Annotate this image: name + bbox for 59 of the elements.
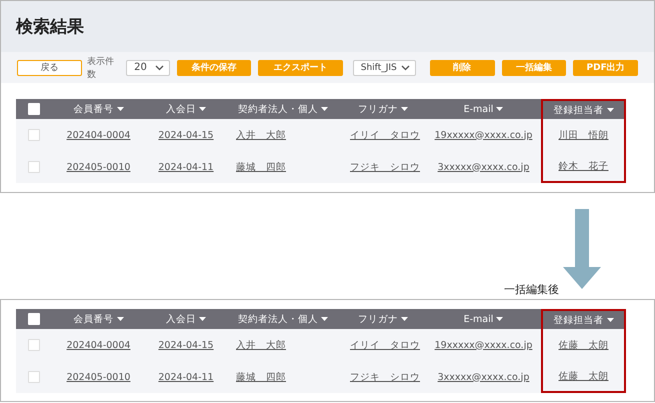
table-link[interactable]: フジキ シロウ <box>350 160 420 174</box>
column-header[interactable]: フリガナ <box>358 312 398 326</box>
table-link[interactable]: 19xxxxx@xxxx.co.jp <box>434 340 532 350</box>
table-link[interactable]: 3xxxxx@xxxx.co.jp <box>438 372 530 382</box>
page-title: 検索結果 <box>16 16 84 38</box>
column-header[interactable]: 会員番号 <box>74 312 114 326</box>
table-link[interactable]: 入井 大郎 <box>236 338 286 352</box>
count-select[interactable]: 20 <box>126 60 170 76</box>
table-link[interactable]: 3xxxxx@xxxx.co.jp <box>438 162 530 172</box>
sort-caret-icon[interactable] <box>606 318 614 322</box>
table-link[interactable]: 川田 悟朗 <box>558 128 608 142</box>
sort-caret-icon[interactable] <box>116 317 124 321</box>
column-header[interactable]: 契約者法人・個人 <box>238 102 318 116</box>
table-link[interactable]: フジキ シロウ <box>350 370 420 384</box>
table-link[interactable]: 202405-0010 <box>66 162 130 172</box>
row-checkbox[interactable] <box>28 371 40 383</box>
table-link[interactable]: 202405-0010 <box>66 372 130 382</box>
sort-caret-icon[interactable] <box>401 317 408 321</box>
table-link[interactable]: 2024-04-11 <box>158 372 214 382</box>
encoding-select[interactable]: Shift_JIS <box>352 60 416 76</box>
table-link[interactable]: 藤城 四郎 <box>236 370 286 384</box>
chevron-icon <box>154 64 164 70</box>
row-checkbox[interactable] <box>28 161 40 173</box>
table-link[interactable]: 19xxxxx@xxxx.co.jp <box>434 130 532 140</box>
table-link[interactable]: イリイ タロウ <box>350 338 420 352</box>
table-link[interactable]: 202404-0004 <box>66 130 130 140</box>
table-link[interactable]: 藤城 四郎 <box>236 160 286 174</box>
table-link[interactable]: 202404-0004 <box>66 340 130 350</box>
chevron-icon <box>400 64 410 70</box>
table-link[interactable]: イリイ タロウ <box>350 128 420 142</box>
select-all-checkbox[interactable] <box>28 103 40 115</box>
back-button[interactable]: 戻る <box>17 60 82 76</box>
sort-caret-icon[interactable] <box>401 107 408 111</box>
column-header[interactable]: E-mail <box>464 104 494 114</box>
sort-caret-icon[interactable] <box>496 107 504 111</box>
table-link[interactable]: 佐藤 太朗 <box>558 338 608 352</box>
row-checkbox[interactable] <box>28 339 40 351</box>
table-link[interactable]: 入井 大郎 <box>236 128 286 142</box>
count-label: 表示件数 <box>86 56 115 80</box>
column-header[interactable]: 会員番号 <box>74 102 114 116</box>
column-header[interactable]: 契約者法人・個人 <box>238 312 318 326</box>
select-all-checkbox[interactable] <box>28 313 40 325</box>
table-link[interactable]: 2024-04-15 <box>158 130 214 140</box>
sort-caret-icon[interactable] <box>321 317 328 321</box>
column-header[interactable]: 入会日 <box>166 312 196 326</box>
table-link[interactable]: 2024-04-15 <box>158 340 214 350</box>
arrow-caption: 一括編集後 <box>504 282 559 297</box>
sort-caret-icon[interactable] <box>199 317 206 321</box>
column-header[interactable]: フリガナ <box>358 102 398 116</box>
sort-caret-icon[interactable] <box>496 317 504 321</box>
table-link[interactable]: 2024-04-11 <box>158 162 214 172</box>
row-checkbox[interactable] <box>28 129 40 141</box>
column-header[interactable]: E-mail <box>464 314 494 324</box>
sort-caret-icon[interactable] <box>321 107 328 111</box>
sort-caret-icon[interactable] <box>116 107 124 111</box>
sort-caret-icon[interactable] <box>199 107 206 111</box>
down-arrow-icon <box>563 209 601 289</box>
sort-caret-icon[interactable] <box>606 108 614 112</box>
column-header[interactable]: 入会日 <box>166 102 196 116</box>
